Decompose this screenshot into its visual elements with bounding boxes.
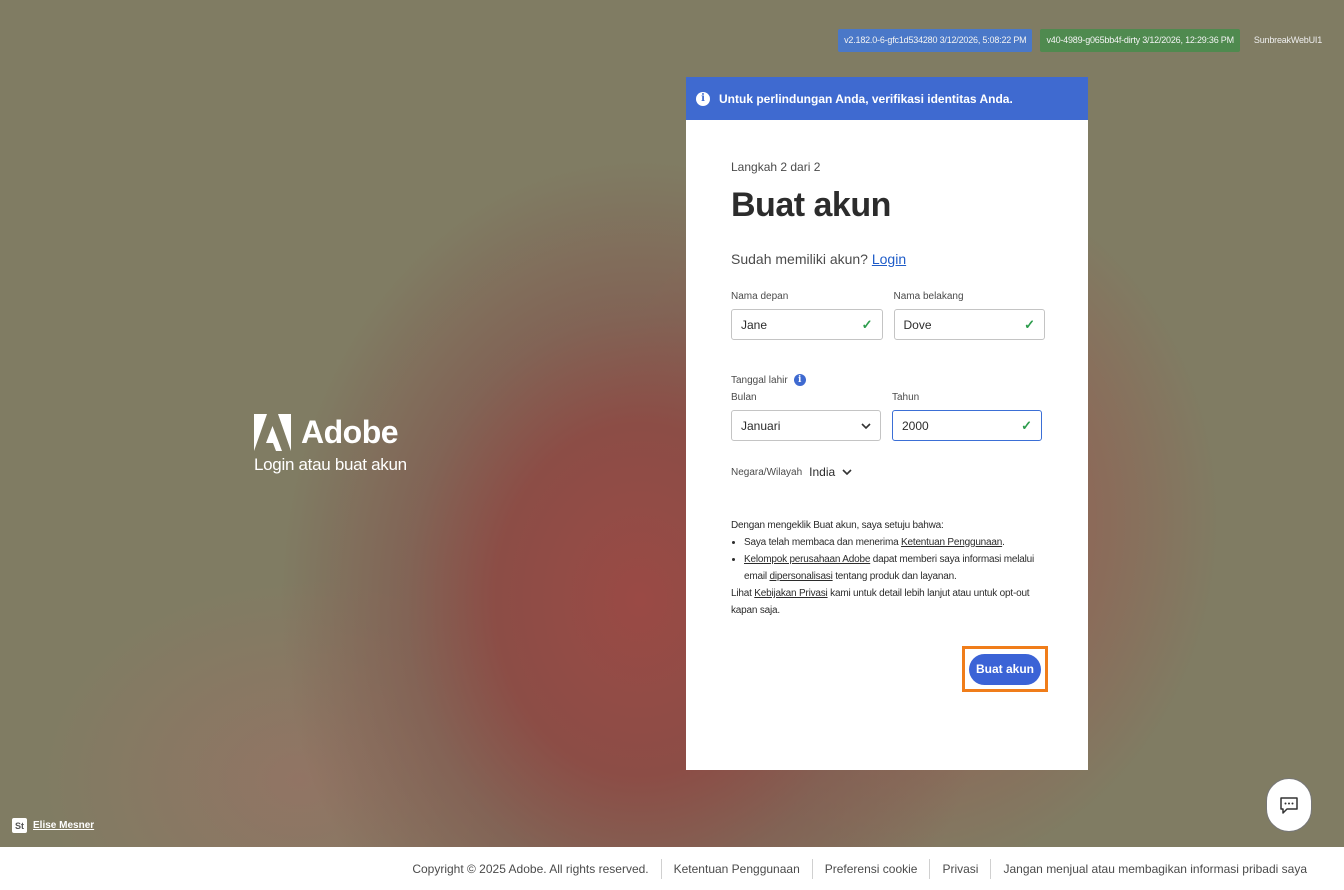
last-name-value: Dove [903,317,932,332]
adobe-companies-link[interactable]: Kelompok perusahaan Adobe [744,554,870,565]
copyright-text: Copyright © 2025 Adobe. All rights reser… [412,861,649,876]
background-photo [0,0,1344,847]
legal-bullet-email: Kelompok perusahaan Adobe dapat memberi … [744,551,1045,585]
version-badge: v2.182.0-6-gfc1d534280 3/12/2026, 5:08:2… [838,29,1033,52]
footer: Copyright © 2025 Adobe. All rights reser… [0,847,1344,890]
version-badges: v2.182.0-6-gfc1d534280 3/12/2026, 5:08:2… [838,29,1328,52]
legal-intro: Dengan mengeklik Buat akun, saya setuju … [731,520,944,531]
brand-subtitle: Login atau buat akun [254,455,407,474]
legal-privacy: Lihat Kebijakan Privasi kami untuk detai… [731,588,1030,616]
dob-label-row: Tanggal lahir i [731,374,1045,386]
chevron-down-icon[interactable] [842,469,852,475]
month-label: Bulan [731,392,757,403]
month-select[interactable]: Januari [731,410,881,441]
step-indicator: Langkah 2 dari 2 [731,160,821,174]
footer-privacy-link[interactable]: Privasi [929,858,990,879]
country-row: Negara/Wilayah India [731,465,1045,479]
year-label: Tahun [892,392,920,403]
month-value: Januari [741,418,781,433]
brand-name: Adobe [301,414,399,450]
country-label: Negara/Wilayah [731,466,803,478]
dob-label: Tanggal lahir [731,374,788,386]
brand-block: Adobe Login atau buat akun [254,414,407,475]
page-title: Buat akun [731,186,891,224]
terms-link[interactable]: Ketentuan Penggunaan [901,537,1002,548]
chat-button[interactable] [1266,778,1312,832]
legal-bullet-terms: Saya telah membaca dan menerima Ketentua… [744,534,1045,551]
photo-credit-link[interactable]: Elise Mesner [33,820,94,831]
first-name-label: Nama depan [731,291,789,302]
dob-info-icon[interactable]: i [793,374,806,386]
submit-highlight: Buat akun [962,646,1048,692]
last-name-label: Nama belakang [893,291,964,302]
last-name-input[interactable]: Dove ✓ [893,309,1045,340]
checkmark-icon: ✓ [861,316,873,332]
banner-text: Untuk perlindungan Anda, verifikasi iden… [719,91,1013,106]
checkmark-icon: ✓ [1021,417,1032,433]
year-input[interactable]: 2000 ✓ [892,410,1042,441]
photo-credit: St Elise Mesner [12,818,94,833]
chevron-down-icon [861,422,871,429]
chat-icon [1280,796,1298,814]
footer-terms-link[interactable]: Ketentuan Penggunaan [660,858,812,879]
info-icon: i [696,91,710,106]
signup-card: i Untuk perlindungan Anda, verifikasi id… [686,77,1088,770]
adobe-logo-icon [254,414,291,451]
version-badge: v40-4989-g065bb4f-dirty 3/12/2026, 12:29… [1040,29,1240,52]
first-name-input[interactable]: Jane ✓ [731,309,883,340]
verification-banner: i Untuk perlindungan Anda, verifikasi id… [686,77,1088,120]
footer-cookie-link[interactable]: Preferensi cookie [811,858,930,879]
privacy-policy-link[interactable]: Kebijakan Privasi [754,588,828,599]
have-account-label: Sudah memiliki akun? [731,251,868,267]
country-select[interactable]: India [809,465,835,479]
version-badge: SunbreakWebUI1 [1253,35,1322,45]
login-link[interactable]: Login [872,251,906,267]
footer-do-not-sell-link[interactable]: Jangan menjual atau membagikan informasi… [990,858,1319,879]
create-account-button[interactable]: Buat akun [969,653,1041,685]
first-name-value: Jane [741,317,768,332]
personalized-link[interactable]: dipersonalisasi [769,571,832,582]
year-value: 2000 [902,418,929,433]
legal-text: Dengan mengeklik Buat akun, saya setuju … [731,517,1045,619]
have-account-text: Sudah memiliki akun? Login [731,251,1045,267]
checkmark-icon: ✓ [1024,316,1035,332]
stock-logo-icon: St [12,818,27,833]
